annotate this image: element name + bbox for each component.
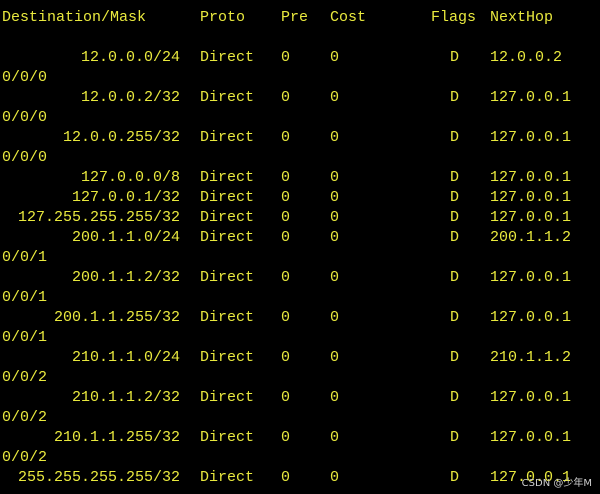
route-pre: 0 (281, 349, 291, 366)
route-pre: 0 (281, 189, 291, 206)
route-nexthop: 127.0.0.1 (490, 129, 572, 146)
route-pre: 0 (281, 389, 291, 406)
route-flags: D (450, 349, 460, 366)
route-proto: Direct (200, 209, 255, 226)
route-interface: 0/0/0 (2, 109, 48, 126)
route-nexthop: 12.0.0.2 (490, 49, 563, 66)
route-cost: 0 (330, 49, 340, 66)
route-pre: 0 (281, 229, 291, 246)
route-cost: 0 (330, 129, 340, 146)
route-flags: D (450, 209, 460, 226)
route-proto: Direct (200, 469, 255, 486)
route-destination: 200.1.1.255/32 (53, 309, 180, 326)
route-flags: D (450, 469, 460, 486)
route-interface: 0/0/1 (2, 289, 48, 306)
route-interface: 0/0/1 (2, 329, 48, 346)
route-flags: D (450, 229, 460, 246)
route-flags: D (450, 269, 460, 286)
route-cost: 0 (330, 169, 340, 186)
route-interface: 0/0/0 (2, 149, 48, 166)
route-destination: 200.1.1.2/32 (71, 269, 180, 286)
route-nexthop: 127.0.0.1 (490, 189, 572, 206)
route-cost: 0 (330, 429, 340, 446)
route-cost: 0 (330, 89, 340, 106)
header-cost: Cost (330, 9, 367, 26)
header-nexthop: NextHop (490, 9, 554, 26)
route-nexthop: 127.0.0.1 (490, 429, 572, 446)
route-proto: Direct (200, 389, 255, 406)
route-nexthop: 210.1.1.2 (490, 349, 572, 366)
route-flags: D (450, 189, 460, 206)
route-cost: 0 (330, 309, 340, 326)
route-proto: Direct (200, 89, 255, 106)
route-destination: 255.255.255.255/32 (17, 469, 180, 486)
route-pre: 0 (281, 309, 291, 326)
route-proto: Direct (200, 349, 255, 366)
route-nexthop: 127.0.0.1 (490, 89, 572, 106)
terminal-window: Destination/Mask Proto Pre Cost Flags NextHop… (0, 0, 600, 494)
header-proto: Proto (200, 9, 246, 26)
route-destination: 12.0.0.0/24 (80, 49, 180, 66)
route-nexthop: 127.0.0.1 (490, 389, 572, 406)
route-interface: 0/0/2 (2, 369, 48, 386)
route-proto: Direct (200, 309, 255, 326)
route-proto: Direct (200, 429, 255, 446)
route-flags: D (450, 309, 460, 326)
watermark-label: CSDN @少年M (521, 478, 592, 489)
route-pre: 0 (281, 129, 291, 146)
route-destination: 210.1.1.0/24 (71, 349, 180, 366)
route-pre: 0 (281, 469, 291, 486)
route-interface: 0/0/0 (2, 69, 48, 86)
route-destination: 127.0.0.1/32 (71, 189, 180, 206)
route-proto: Direct (200, 189, 255, 206)
route-nexthop: 200.1.1.2 (490, 229, 572, 246)
route-interface: 0/0/2 (2, 449, 48, 466)
route-flags: D (450, 169, 460, 186)
route-pre: 0 (281, 269, 291, 286)
route-interface: 0/0/1 (2, 249, 48, 266)
route-proto: Direct (200, 269, 255, 286)
route-cost: 0 (330, 389, 340, 406)
route-pre: 0 (281, 49, 291, 66)
route-flags: D (450, 49, 460, 66)
route-destination: 12.0.0.255/32 (62, 129, 180, 146)
route-cost: 0 (330, 349, 340, 366)
route-proto: Direct (200, 129, 255, 146)
route-interface: 0/0/2 (2, 409, 48, 426)
route-cost: 0 (330, 469, 340, 486)
route-destination: 210.1.1.255/32 (53, 429, 180, 446)
route-destination: 210.1.1.2/32 (71, 389, 180, 406)
route-flags: D (450, 429, 460, 446)
route-flags: D (450, 89, 460, 106)
route-destination: 200.1.1.0/24 (71, 229, 180, 246)
route-nexthop: 127.0.0.1 (490, 269, 572, 286)
route-pre: 0 (281, 209, 291, 226)
route-flags: D (450, 129, 460, 146)
header-pre: Pre (281, 9, 309, 26)
route-nexthop: 127.0.0.1 (490, 309, 572, 326)
route-nexthop: 127.0.0.1 (490, 169, 572, 186)
route-destination: 12.0.0.2/32 (80, 89, 180, 106)
route-proto: Direct (200, 169, 255, 186)
route-proto: Direct (200, 49, 255, 66)
route-pre: 0 (281, 169, 291, 186)
route-cost: 0 (330, 269, 340, 286)
route-pre: 0 (281, 89, 291, 106)
route-proto: Direct (200, 229, 255, 246)
route-nexthop: 127.0.0.1 (490, 209, 572, 226)
route-cost: 0 (330, 189, 340, 206)
header-destination: Destination/Mask (2, 9, 147, 26)
route-destination: 127.0.0.0/8 (80, 169, 180, 186)
route-destination: 127.255.255.255/32 (17, 209, 180, 226)
route-pre: 0 (281, 429, 291, 446)
route-flags: D (450, 389, 460, 406)
route-cost: 0 (330, 229, 340, 246)
header-flags: Flags (431, 9, 477, 26)
route-cost: 0 (330, 209, 340, 226)
